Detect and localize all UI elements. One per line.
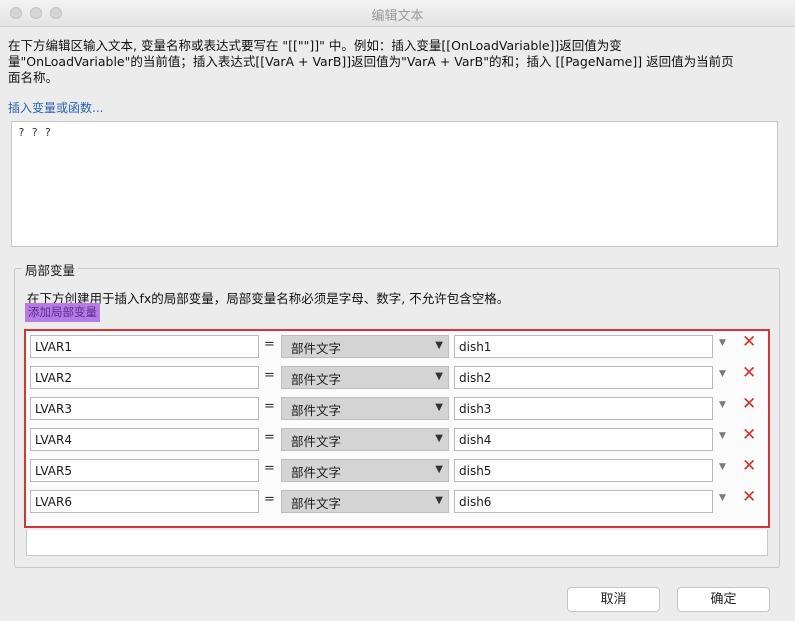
text-editor[interactable]: ? ? ? [11,121,778,247]
variable-type-select[interactable]: 部件文字 ▼ [281,335,449,358]
add-local-variable-link[interactable]: 添加局部变量 [25,303,100,322]
chevron-down-icon[interactable]: ▼ [719,462,726,472]
delete-icon[interactable]: ✕ [742,332,756,352]
variable-row: LVAR4 = 部件文字 ▼ dish4 ▼ ✕ [26,425,768,451]
variable-type-value: 部件文字 [291,403,342,418]
delete-icon[interactable]: ✕ [742,394,756,414]
delete-icon[interactable]: ✕ [742,363,756,383]
variable-type-select[interactable]: 部件文字 ▼ [281,490,449,513]
local-variables-label: 局部变量 [22,260,79,279]
dropdown-arrow-icon: ▼ [435,495,443,506]
variable-name-input[interactable]: LVAR1 [30,335,259,358]
instructions-line-2: 量"OnLoadVariable"的当前值；插入表达式[[VarA + VarB… [8,54,734,69]
insert-variable-link[interactable]: 插入变量或函数... [8,99,103,116]
variable-type-value: 部件文字 [291,434,342,449]
equals-sign: = [264,461,275,476]
target-widget-input[interactable]: dish3 [454,397,713,420]
variable-name-input[interactable]: LVAR2 [30,366,259,389]
variable-type-value: 部件文字 [291,465,342,480]
instructions-line-3: 面名称。 [8,70,59,85]
chevron-down-icon[interactable]: ▼ [719,493,726,503]
delete-icon[interactable]: ✕ [742,487,756,507]
chevron-down-icon[interactable]: ▼ [719,338,726,348]
cancel-button[interactable]: 取消 [567,587,660,612]
dropdown-arrow-icon: ▼ [435,433,443,444]
local-variables-list: LVAR1 = 部件文字 ▼ dish1 ▼ ✕ LVAR2 = 部件文字 ▼ … [24,329,770,528]
variable-type-value: 部件文字 [291,372,342,387]
variable-type-select[interactable]: 部件文字 ▼ [281,428,449,451]
ok-button[interactable]: 确定 [677,587,770,612]
variable-type-select[interactable]: 部件文字 ▼ [281,366,449,389]
target-widget-input[interactable]: dish2 [454,366,713,389]
chevron-down-icon[interactable]: ▼ [719,431,726,441]
variable-name-input[interactable]: LVAR3 [30,397,259,420]
equals-sign: = [264,399,275,414]
target-widget-input[interactable]: dish5 [454,459,713,482]
instructions-text: 在下方编辑区输入文本, 变量名称或表达式要写在 "[[""]]" 中。例如：插入… [8,38,783,86]
variable-type-select[interactable]: 部件文字 ▼ [281,459,449,482]
variable-row: LVAR1 = 部件文字 ▼ dish1 ▼ ✕ [26,332,768,358]
variable-row: LVAR3 = 部件文字 ▼ dish3 ▼ ✕ [26,394,768,420]
instructions-line-1: 在下方编辑区输入文本, 变量名称或表达式要写在 "[[""]]" 中。例如：插入… [8,38,622,53]
variable-name-input[interactable]: LVAR4 [30,428,259,451]
variable-row: LVAR5 = 部件文字 ▼ dish5 ▼ ✕ [26,456,768,482]
variable-type-select[interactable]: 部件文字 ▼ [281,397,449,420]
edit-text-dialog: 编辑文本 在下方编辑区输入文本, 变量名称或表达式要写在 "[[""]]" 中。… [0,0,795,621]
variable-row: LVAR2 = 部件文字 ▼ dish2 ▼ ✕ [26,363,768,389]
variable-row: LVAR6 = 部件文字 ▼ dish6 ▼ ✕ [26,487,768,513]
target-widget-input[interactable]: dish1 [454,335,713,358]
chevron-down-icon[interactable]: ▼ [719,369,726,379]
chevron-down-icon[interactable]: ▼ [719,400,726,410]
equals-sign: = [264,430,275,445]
window-title: 编辑文本 [371,9,424,24]
variable-type-value: 部件文字 [291,341,342,356]
dropdown-arrow-icon: ▼ [435,371,443,382]
empty-list-area [26,530,768,556]
target-widget-input[interactable]: dish4 [454,428,713,451]
equals-sign: = [264,368,275,383]
dropdown-arrow-icon: ▼ [435,340,443,351]
variable-name-input[interactable]: LVAR6 [30,490,259,513]
dropdown-arrow-icon: ▼ [435,402,443,413]
delete-icon[interactable]: ✕ [742,456,756,476]
delete-icon[interactable]: ✕ [742,425,756,445]
target-widget-input[interactable]: dish6 [454,490,713,513]
title-bar: 编辑文本 [0,0,795,27]
variable-type-value: 部件文字 [291,496,342,511]
variable-name-input[interactable]: LVAR5 [30,459,259,482]
equals-sign: = [264,492,275,507]
dropdown-arrow-icon: ▼ [435,464,443,475]
equals-sign: = [264,337,275,352]
